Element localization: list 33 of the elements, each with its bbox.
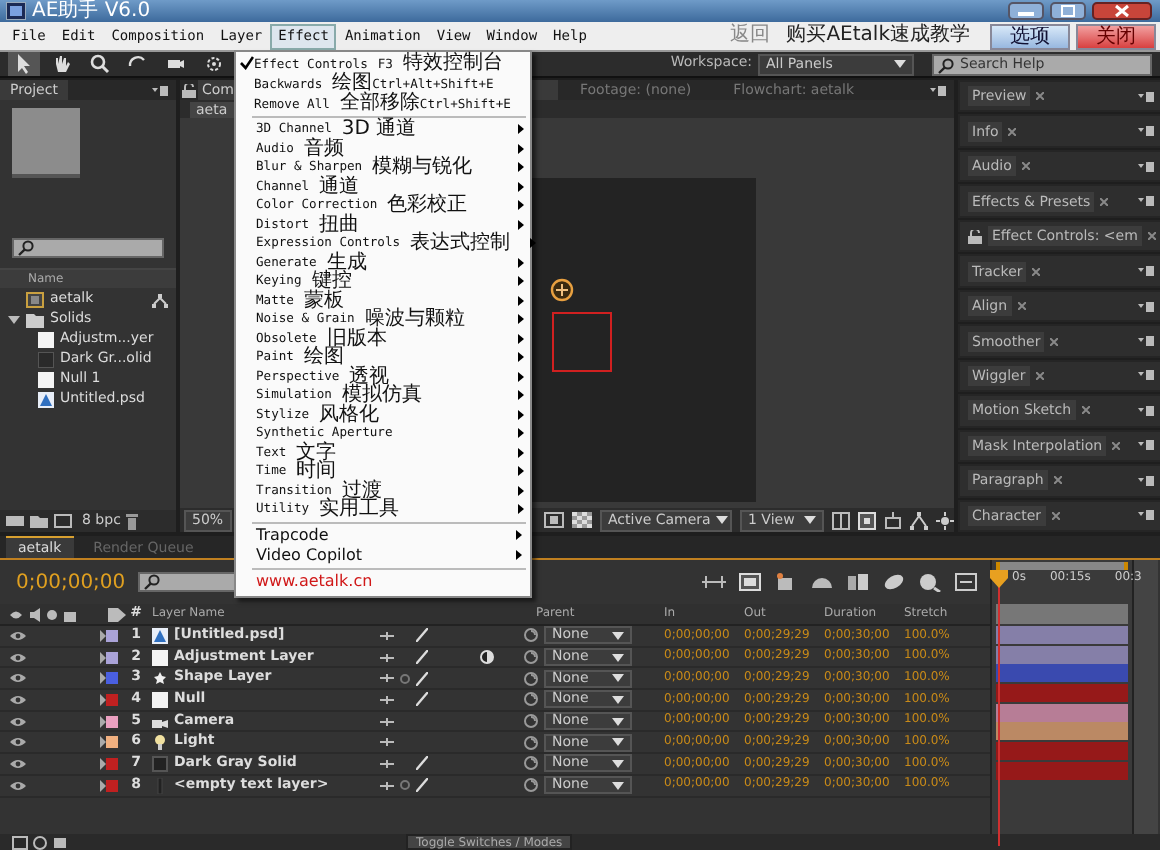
menu-item-translation: 色彩校正: [387, 196, 468, 215]
menu-item-detail: 全部移除: [339, 94, 420, 114]
options-button[interactable]: 选项: [990, 23, 1070, 49]
menu-item-translation: 模拟仿真: [341, 386, 422, 405]
menu-item-detail: 特效控制台: [402, 54, 503, 74]
window-title: AE助手 V6.0: [32, 0, 151, 22]
menu-item-translation: 生成: [326, 253, 367, 272]
submenu-item[interactable]: Trapcode: [236, 525, 530, 545]
promo-link[interactable]: 购买AEtalk速成教学: [786, 24, 970, 48]
menu-item-label: Video Copilot: [256, 545, 362, 565]
menu-item-detail: 绘图: [332, 74, 373, 94]
close-button[interactable]: 关闭: [1076, 23, 1156, 49]
menu-item-translation: 旧版本: [326, 329, 387, 348]
menu-item-translation: 蒙板: [303, 291, 344, 310]
menu-item-translation: 扭曲: [319, 215, 360, 234]
menu-item-translation: 模糊与锐化: [372, 158, 473, 177]
website-link[interactable]: www.aetalk.cn: [256, 571, 373, 591]
menu-item-translation: 通道: [319, 177, 360, 196]
menu-item-translation: 透视: [349, 367, 390, 386]
menu-item-translation: 噪波与颗粒: [364, 310, 465, 329]
current-time[interactable]: 0;00;00;00: [16, 571, 126, 593]
submenu-item[interactable]: Video Copilot: [236, 545, 530, 565]
menu-item-translation: 3D 通道: [341, 120, 417, 139]
menu-item-translation: 表达式控制: [410, 234, 511, 253]
menu-item-translation: 时间: [296, 462, 337, 481]
menu-item-translation: 实用工具: [319, 500, 400, 519]
menu-item-label: Trapcode: [256, 525, 329, 545]
menu-item-translation: 过渡: [341, 481, 382, 500]
menu-item-translation: 风格化: [319, 405, 380, 424]
menu-item-translation: 音频: [303, 139, 344, 158]
menu-item-translation: 文字: [296, 443, 337, 462]
menu-item-translation: 键控: [311, 272, 352, 291]
menu-item-translation: 绘图: [303, 348, 344, 367]
